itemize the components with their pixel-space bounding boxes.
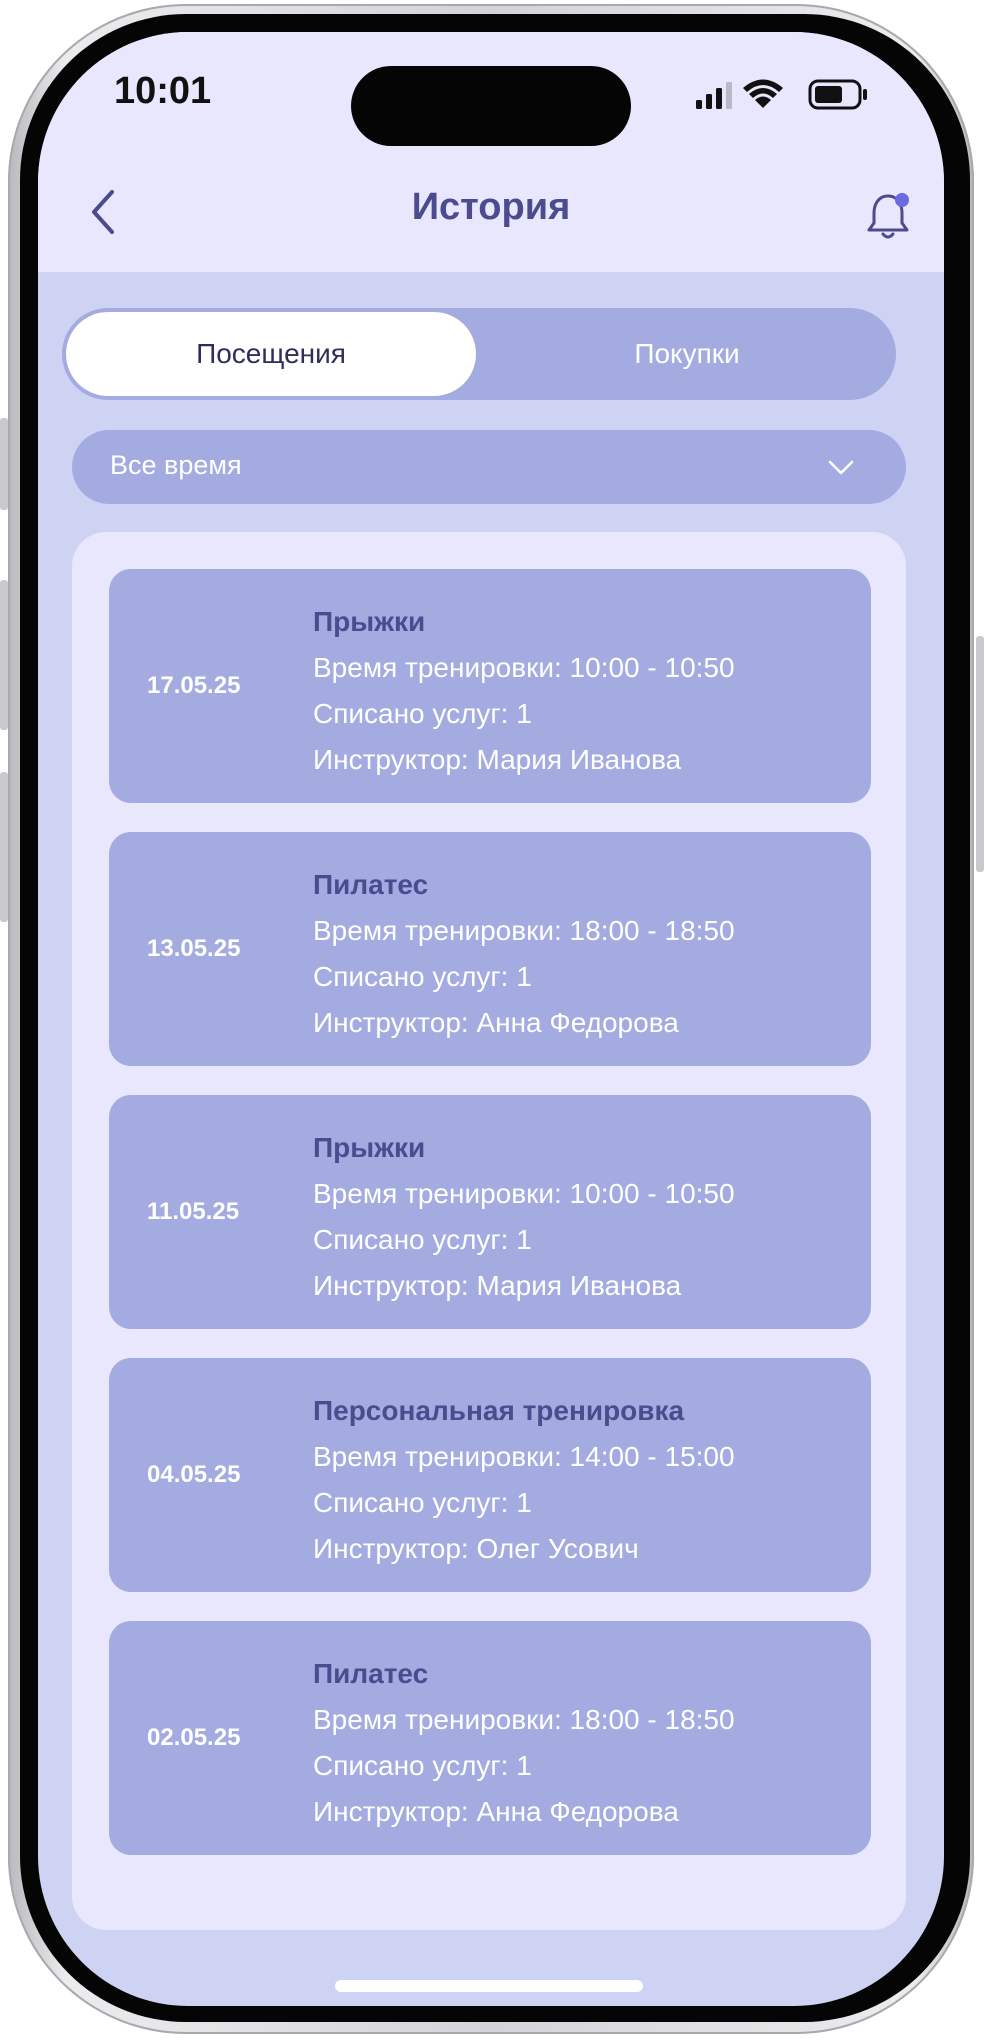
volume-down-button	[0, 772, 8, 922]
visit-instructor: Инструктор: Мария Иванова	[313, 744, 682, 775]
battery-icon	[808, 79, 867, 110]
visit-card[interactable]: 17.05.25 Прыжки Время тренировки: 10:00 …	[109, 569, 871, 803]
visit-date: 11.05.25	[147, 1198, 240, 1225]
bell-icon[interactable]	[858, 186, 918, 246]
app-screen: 10:01 История Посещения Покупки Все врем…	[38, 32, 944, 2006]
page-title: История	[411, 186, 571, 228]
visit-instructor: Инструктор: Мария Иванова	[313, 1270, 682, 1301]
visit-details: Прыжки Время тренировки: 10:00 - 10:50 С…	[313, 1125, 735, 1309]
wifi-icon	[743, 79, 783, 108]
visit-details: Пилатес Время тренировки: 18:00 - 18:50 …	[313, 1651, 735, 1835]
visit-title: Прыжки	[313, 606, 426, 637]
visit-card[interactable]: 13.05.25 Пилатес Время тренировки: 18:00…	[109, 832, 871, 1066]
visit-details: Персональная тренировка Время тренировки…	[313, 1388, 735, 1572]
history-tabs: Посещения Покупки	[62, 308, 896, 400]
visit-details: Пилатес Время тренировки: 18:00 - 18:50 …	[313, 862, 735, 1046]
visit-instructor: Инструктор: Анна Федорова	[313, 1796, 679, 1827]
power-button	[976, 636, 984, 872]
visit-date: 04.05.25	[147, 1461, 241, 1488]
visit-date: 02.05.25	[147, 1724, 241, 1751]
visit-services: Списано услуг: 1	[313, 1224, 532, 1255]
visit-title: Прыжки	[313, 1132, 426, 1163]
period-dropdown[interactable]: Все время	[72, 430, 906, 504]
visit-card[interactable]: 02.05.25 Пилатес Время тренировки: 18:00…	[109, 1621, 871, 1855]
visit-title: Пилатес	[313, 1658, 429, 1689]
visit-card[interactable]: 04.05.25 Персональная тренировка Время т…	[109, 1358, 871, 1592]
home-indicator[interactable]	[335, 1980, 643, 1992]
status-icons	[696, 79, 867, 110]
visit-instructor: Инструктор: Олег Усович	[313, 1533, 639, 1564]
tab-visits[interactable]: Посещения	[66, 312, 476, 396]
visit-services: Списано услуг: 1	[313, 698, 532, 729]
visit-card[interactable]: 11.05.25 Прыжки Время тренировки: 10:00 …	[109, 1095, 871, 1329]
dynamic-island	[351, 66, 631, 146]
visit-time: Время тренировки: 10:00 - 10:50	[313, 1178, 735, 1209]
visit-services: Списано услуг: 1	[313, 1487, 532, 1518]
tab-purchases[interactable]: Покупки	[482, 312, 892, 396]
cellular-signal-icon	[696, 82, 732, 109]
visit-instructor: Инструктор: Анна Федорова	[313, 1007, 679, 1038]
visit-time: Время тренировки: 14:00 - 15:00	[313, 1441, 735, 1472]
visit-time: Время тренировки: 18:00 - 18:50	[313, 1704, 735, 1735]
visit-time: Время тренировки: 10:00 - 10:50	[313, 652, 735, 683]
visit-date: 17.05.25	[147, 672, 241, 699]
visit-services: Списано услуг: 1	[313, 1750, 532, 1781]
action-button	[0, 418, 8, 510]
period-dropdown-value: Все время	[110, 450, 242, 480]
visit-details: Прыжки Время тренировки: 10:00 - 10:50 С…	[313, 599, 735, 783]
volume-up-button	[0, 580, 8, 730]
visit-title: Пилатес	[313, 869, 429, 900]
status-time: 10:01	[114, 70, 212, 112]
header-area: 10:01 История	[38, 32, 944, 272]
visit-services: Списано услуг: 1	[313, 961, 532, 992]
visit-time: Время тренировки: 18:00 - 18:50	[313, 915, 735, 946]
chevron-down-icon	[828, 460, 854, 475]
visit-title: Персональная тренировка	[313, 1395, 685, 1426]
notification-dot	[895, 193, 909, 207]
visit-date: 13.05.25	[147, 935, 241, 962]
visits-list: 17.05.25 Прыжки Время тренировки: 10:00 …	[72, 532, 906, 1930]
